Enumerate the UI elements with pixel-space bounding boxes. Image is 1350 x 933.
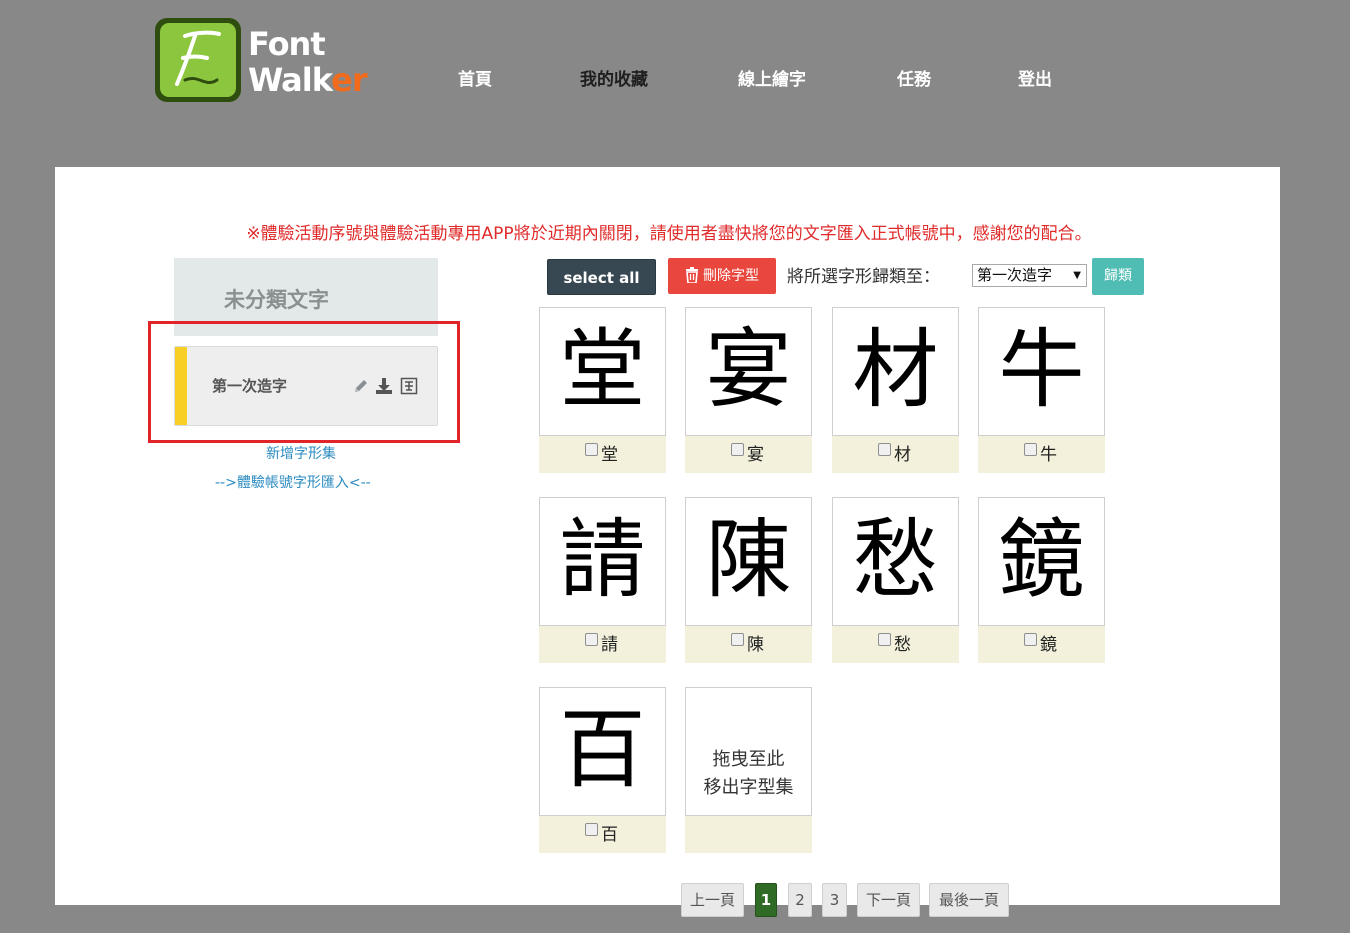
glyph-image[interactable]: 鏡	[978, 497, 1105, 626]
glyph-image[interactable]: 百	[539, 687, 666, 816]
glyph-label: 材	[894, 445, 911, 465]
glyph-caption: 百	[539, 816, 666, 853]
drop-zone-caption	[685, 816, 812, 853]
glyph-label: 陳	[747, 635, 764, 655]
glyph-tile[interactable]: 百 百	[539, 687, 666, 853]
glyph-char: 材	[852, 320, 939, 420]
delete-font-button[interactable]: 刪除字型	[668, 258, 776, 294]
glyph-label: 堂	[601, 445, 618, 465]
logo-text-line1: Font	[248, 25, 326, 63]
glyph-checkbox[interactable]	[1024, 633, 1037, 646]
glyph-tile[interactable]: 愁 愁	[832, 497, 959, 663]
glyph-image[interactable]: 陳	[685, 497, 812, 626]
glyph-tile[interactable]: 請 請	[539, 497, 666, 663]
glyph-label: 牛	[1040, 445, 1057, 465]
glyph-label: 愁	[894, 635, 911, 655]
glyph-checkbox[interactable]	[1024, 443, 1037, 456]
glyph-label: 鏡	[1040, 635, 1057, 655]
pagination-page-1[interactable]: 1	[755, 883, 777, 917]
delete-font-label: 刪除字型	[703, 268, 759, 284]
fontwalker-logo[interactable]: Font Walker	[155, 18, 385, 108]
glyph-char: 堂	[559, 320, 646, 420]
font-set-select-value: 第一次造字	[977, 266, 1053, 284]
glyph-char: 宴	[705, 320, 792, 420]
glyph-tile[interactable]: 材 材	[832, 307, 959, 473]
drop-zone-box[interactable]: 拖曳至此 移出字型集	[685, 687, 812, 816]
glyph-checkbox[interactable]	[878, 443, 891, 456]
nav-draw-online[interactable]: 線上繪字	[738, 68, 806, 92]
glyph-caption: 牛	[978, 436, 1105, 473]
classify-button[interactable]: 歸類	[1092, 258, 1144, 295]
glyph-checkbox[interactable]	[731, 633, 744, 646]
glyph-tile[interactable]: 鏡 鏡	[978, 497, 1105, 663]
glyph-image[interactable]: 材	[832, 307, 959, 436]
pagination-page-3[interactable]: 3	[822, 883, 847, 917]
nav-home[interactable]: 首頁	[458, 68, 492, 92]
glyph-checkbox[interactable]	[585, 443, 598, 456]
import-trial-link[interactable]: -->體驗帳號字形匯入<--	[215, 472, 371, 492]
nav-logout[interactable]: 登出	[1018, 68, 1052, 92]
glyph-char: 牛	[998, 320, 1085, 420]
assign-label: 將所選字形歸類至：	[787, 267, 940, 287]
add-font-set-link[interactable]: 新增字形集	[266, 443, 336, 463]
font-set-select[interactable]: 第一次造字 ▼	[972, 264, 1087, 287]
pagination-last[interactable]: 最後一頁	[929, 883, 1009, 917]
glyph-char: 請	[559, 510, 646, 610]
glyph-image[interactable]: 請	[539, 497, 666, 626]
glyph-tile[interactable]: 堂 堂	[539, 307, 666, 473]
glyph-caption: 鏡	[978, 626, 1105, 663]
pagination-page-2[interactable]: 2	[788, 883, 812, 917]
highlight-annotation	[148, 321, 460, 443]
glyph-image[interactable]: 堂	[539, 307, 666, 436]
pagination-prev[interactable]: 上一頁	[681, 883, 744, 917]
glyph-caption: 請	[539, 626, 666, 663]
nav-tasks[interactable]: 任務	[897, 68, 931, 92]
main-nav: 首頁 我的收藏 線上繪字 任務 登出	[0, 68, 1350, 92]
trash-icon	[686, 267, 698, 284]
glyph-caption: 堂	[539, 436, 666, 473]
glyph-image[interactable]: 愁	[832, 497, 959, 626]
glyph-caption: 材	[832, 436, 959, 473]
glyph-caption: 宴	[685, 436, 812, 473]
glyph-char: 鏡	[998, 510, 1085, 610]
glyph-checkbox[interactable]	[585, 823, 598, 836]
pagination-next[interactable]: 下一頁	[857, 883, 920, 917]
glyph-checkbox[interactable]	[878, 633, 891, 646]
glyph-tile[interactable]: 宴 宴	[685, 307, 812, 473]
glyph-label: 宴	[747, 445, 764, 465]
uncategorized-title: 未分類文字	[224, 288, 329, 312]
glyph-char: 愁	[852, 510, 939, 610]
drop-zone-text: 拖曳至此 移出字型集	[703, 749, 794, 798]
nav-favorites[interactable]: 我的收藏	[580, 68, 648, 92]
glyph-char: 百	[559, 700, 646, 800]
glyph-checkbox[interactable]	[731, 443, 744, 456]
chevron-down-icon: ▼	[1073, 270, 1081, 281]
remove-drop-zone[interactable]: 拖曳至此 移出字型集	[685, 687, 812, 853]
glyph-caption: 愁	[832, 626, 959, 663]
glyph-checkbox[interactable]	[585, 633, 598, 646]
glyph-tile[interactable]: 牛 牛	[978, 307, 1105, 473]
glyph-char: 陳	[705, 510, 792, 610]
glyph-label: 請	[601, 635, 618, 655]
glyph-caption: 陳	[685, 626, 812, 663]
glyph-tile[interactable]: 陳 陳	[685, 497, 812, 663]
glyph-image[interactable]: 宴	[685, 307, 812, 436]
select-all-button[interactable]: select all	[547, 259, 656, 295]
service-notice: ※體驗活動序號與體驗活動專用APP將於近期內關閉，請使用者盡快將您的文字匯入正式…	[246, 224, 1092, 244]
glyph-image[interactable]: 牛	[978, 307, 1105, 436]
glyph-label: 百	[601, 825, 618, 845]
